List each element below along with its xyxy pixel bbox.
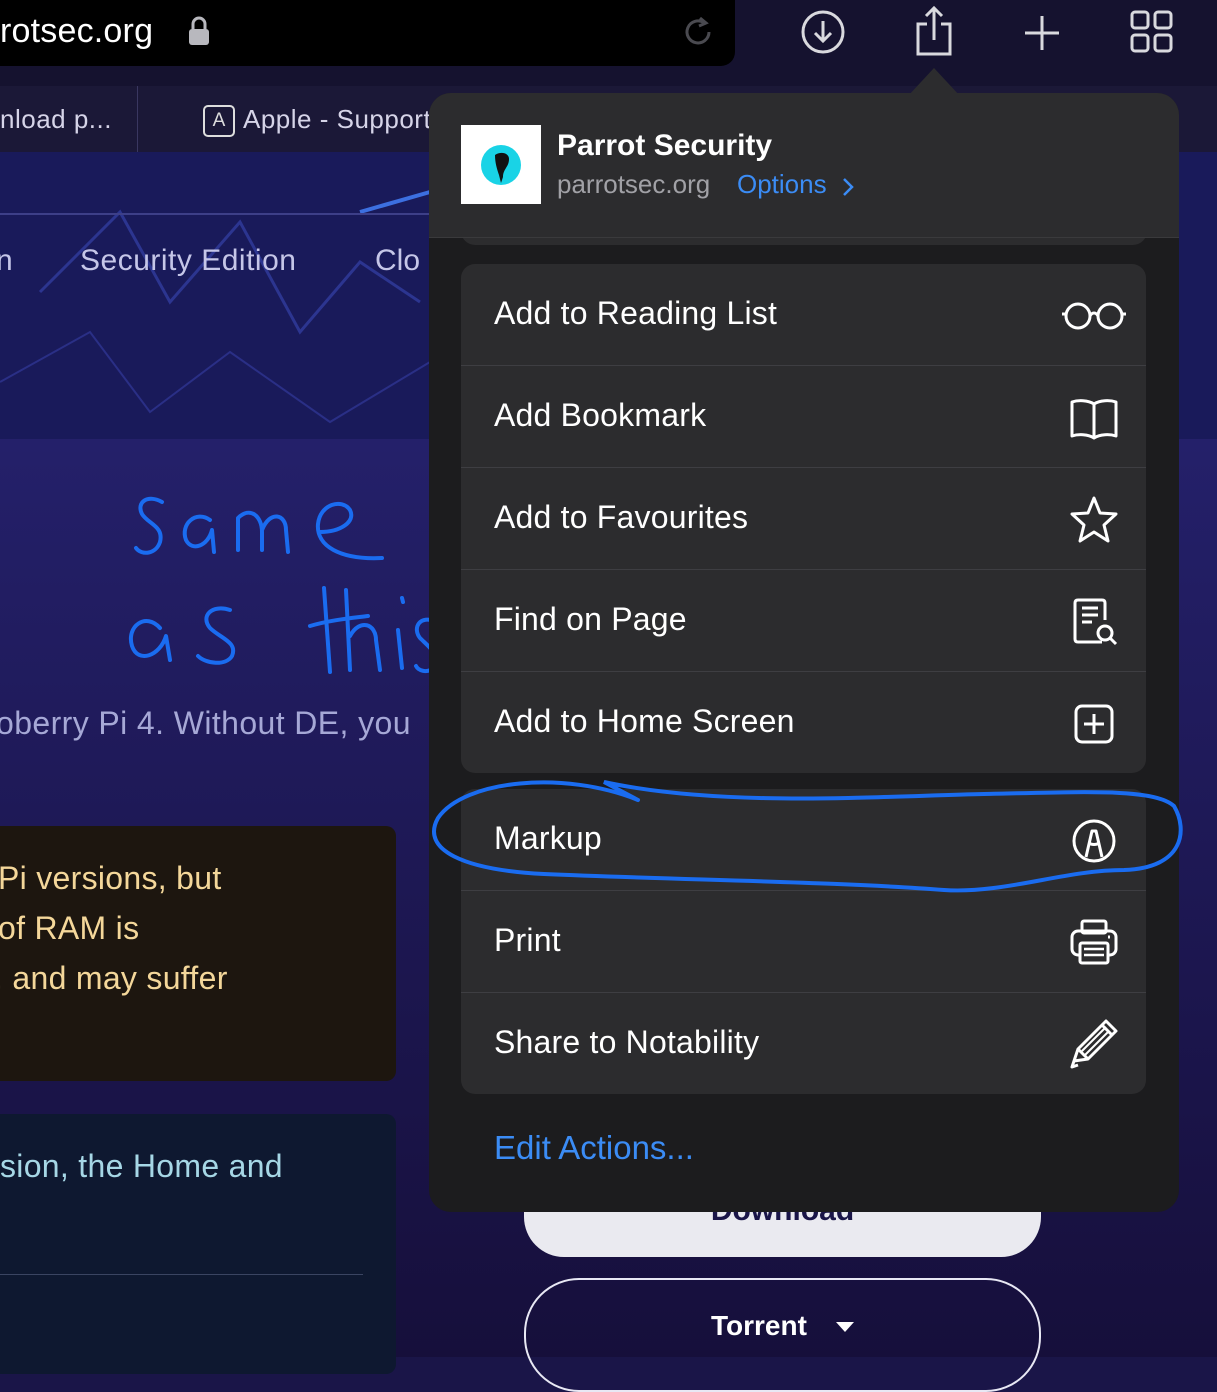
book-icon [1070,399,1118,440]
share-icon[interactable] [908,6,960,58]
address-bar[interactable]: rotsec.org [0,0,735,66]
warning-line: Pi versions, but [0,860,222,896]
reload-icon[interactable] [680,14,716,50]
tab-apple-support[interactable]: Apple - Support [243,104,431,135]
find-page-icon [1073,598,1118,646]
plus-icon[interactable] [1016,6,1068,58]
action-label: Add to Favourites [494,499,749,535]
nav-item-edition[interactable]: n [0,244,13,278]
action-find-on-page[interactable]: Find on Page [461,570,1146,672]
actions-group-primary: Add to Reading List Add Bookmark Add to … [461,264,1146,773]
info-divider [0,1274,363,1275]
action-label: Add Bookmark [494,397,707,433]
chevron-right-icon[interactable] [841,177,855,197]
pencil-icon [1070,1019,1118,1069]
action-label: Share to Notability [494,1024,760,1060]
markup-icon [1072,819,1116,863]
actions-group-secondary: Markup Print Share to Notability [461,789,1146,1094]
action-add-home-screen[interactable]: Add to Home Screen [461,672,1146,773]
nav-item-cloud[interactable]: Clo [375,244,420,278]
tab-favicon-badge: A [203,105,235,137]
action-label: Markup [494,820,602,856]
info-line: sion, the Home and [0,1148,283,1184]
action-label: Add to Home Screen [494,703,795,739]
site-host: parrotsec.org [557,169,711,199]
edit-actions-link[interactable]: Edit Actions... [494,1129,694,1167]
add-square-icon [1074,704,1114,744]
share-sheet-header: Parrot Security parrotsec.org Options [429,93,1179,237]
site-thumbnail [461,125,541,204]
tabs-grid-icon[interactable] [1126,6,1178,58]
download-icon[interactable] [797,6,849,58]
action-add-reading-list[interactable]: Add to Reading List [461,264,1146,366]
action-add-bookmark[interactable]: Add Bookmark [461,366,1146,468]
header-divider [429,237,1179,238]
torrent-button[interactable]: Torrent [524,1278,1041,1392]
glasses-icon [1062,302,1126,330]
printer-icon [1070,919,1118,965]
action-add-favourites[interactable]: Add to Favourites [461,468,1146,570]
parrot-logo-icon [481,145,521,185]
tab-download-label: nload p... [0,104,112,134]
warning-line: , and may suffer [0,960,228,996]
nav-item-security-edition[interactable]: Security Edition [80,244,296,278]
hero-divider [0,213,430,215]
action-print[interactable]: Print [461,891,1146,993]
action-label: Add to Reading List [494,295,778,331]
action-label: Print [494,922,561,958]
popover-arrow [908,68,960,96]
action-label: Find on Page [494,601,687,637]
lock-icon [189,16,209,45]
share-sheet: Parrot Security parrotsec.org Options Ad… [429,93,1179,1212]
torrent-label: Torrent [711,1310,807,1341]
action-markup[interactable]: Markup [461,789,1146,891]
options-link[interactable]: Options [737,169,827,200]
site-title: Parrot Security [557,129,773,162]
address-url: rotsec.org [0,12,154,50]
caret-down-icon [836,1322,854,1332]
warning-line: of RAM is [0,910,140,946]
page-body-text: oberry Pi 4. Without DE, you [0,705,411,741]
star-icon [1070,496,1118,543]
action-share-notability[interactable]: Share to Notability [461,993,1146,1094]
